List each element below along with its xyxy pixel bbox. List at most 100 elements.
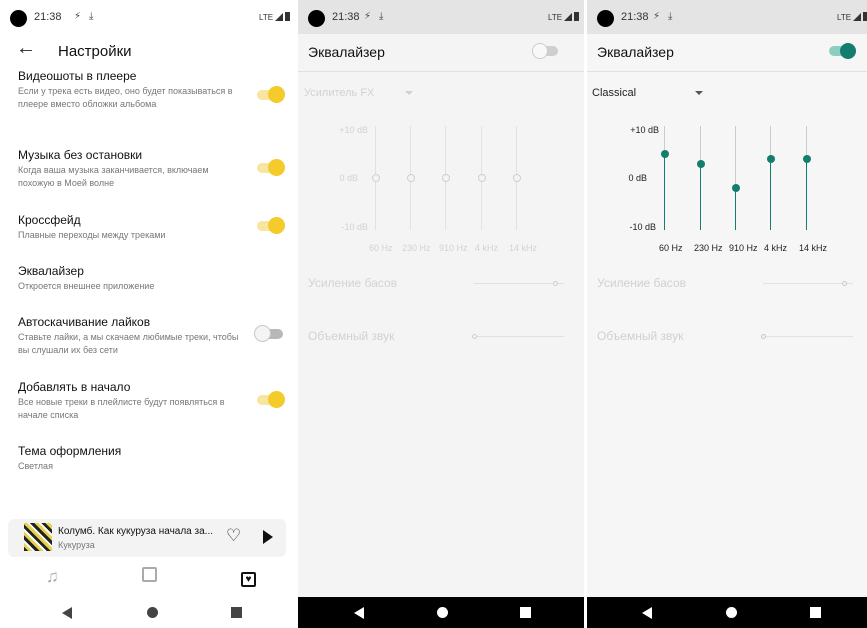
setting-auto-download-likes[interactable]: Автоскачивание лайков Ставьте лайки, а м…	[18, 315, 283, 357]
setting-crossfade[interactable]: Кроссфейд Плавные переходы между треками	[18, 213, 285, 242]
equalizer-enable-switch[interactable]	[829, 43, 856, 59]
nav-recents-icon[interactable]	[810, 607, 821, 618]
cast-icon: ⚡	[74, 11, 82, 22]
surround-handle[interactable]	[761, 334, 766, 339]
bass-boost-handle[interactable]	[553, 281, 558, 286]
mini-player[interactable]: Колумб. Как кукуруза начала за... Кукуру…	[8, 519, 286, 557]
camera-cutout	[10, 10, 27, 27]
equalizer-title: Эквалайзер	[597, 44, 674, 60]
band-handle-60hz[interactable]	[371, 174, 380, 182]
system-nav-bar	[587, 597, 867, 628]
status-right: LTE	[548, 12, 580, 22]
equalizer-enable-switch[interactable]	[532, 43, 558, 59]
track-artist: Кукуруза	[58, 540, 95, 550]
play-icon[interactable]	[263, 530, 273, 544]
nav-home-icon[interactable]	[726, 607, 737, 618]
battery-icon	[285, 12, 291, 21]
status-right: LTE	[259, 12, 291, 22]
preset-dropdown[interactable]: Усилитель FX	[304, 87, 374, 99]
cast-icon: ⚡	[653, 11, 661, 22]
bass-boost-label: Усиление басов	[308, 276, 397, 290]
band-handle-910hz[interactable]	[441, 174, 450, 182]
surround-slider[interactable]	[763, 336, 853, 337]
add-to-start-toggle[interactable]	[257, 391, 285, 408]
cast-icon: ⚡	[364, 11, 372, 22]
band-handle-14khz[interactable]	[512, 174, 521, 182]
back-arrow-icon[interactable]: ←	[16, 37, 36, 60]
band-label-60hz: 60 Hz	[659, 243, 683, 253]
setting-subtitle: Все новые треки в плейлисте будут появля…	[18, 397, 225, 420]
signal-icon	[564, 13, 573, 21]
setting-subtitle: Если у трека есть видео, оно будет показ…	[18, 86, 233, 109]
surround-slider[interactable]	[474, 336, 564, 337]
band-slider-60hz[interactable]	[664, 126, 665, 230]
setting-title: Видеошоты в плеере	[18, 69, 137, 83]
bass-boost-slider[interactable]	[474, 283, 564, 284]
toggle-knob	[268, 217, 285, 234]
setting-title: Кроссфейд	[18, 213, 81, 227]
nav-recents-icon[interactable]	[520, 607, 531, 618]
band-handle-910hz[interactable]	[731, 183, 740, 192]
nonstop-music-toggle[interactable]	[257, 159, 285, 176]
nav-back-icon[interactable]	[642, 607, 652, 619]
band-handle-230hz[interactable]	[406, 174, 415, 182]
track-title: Колумб. Как кукуруза начала за...	[58, 526, 214, 537]
setting-title: Музыка без остановки	[18, 148, 143, 162]
surround-label: Объемный звук	[597, 329, 684, 343]
music-note-icon[interactable]: ♫	[46, 567, 59, 587]
band-label-910hz: 910 Hz	[439, 243, 468, 253]
setting-subtitle: Откроется внешнее приложение	[18, 281, 155, 291]
db-label-zero: 0 dB	[339, 173, 358, 183]
download-icon: ⤓	[89, 11, 94, 22]
setting-equalizer[interactable]: Эквалайзер Откроется внешнее приложение	[18, 264, 283, 293]
track-cover-image	[24, 523, 52, 551]
band-slider-230hz[interactable]	[700, 126, 701, 230]
band-handle-60hz[interactable]	[660, 150, 669, 158]
bass-boost-handle[interactable]	[842, 281, 847, 286]
band-slider-14khz[interactable]	[806, 126, 807, 230]
setting-add-to-start[interactable]: Добавлять в начало Все новые треки в пле…	[18, 380, 285, 422]
setting-subtitle: Ставьте лайки, а мы скачаем любимые трек…	[18, 332, 239, 355]
nav-home-icon[interactable]	[147, 607, 158, 618]
nav-home-icon[interactable]	[437, 607, 448, 618]
band-slider-910hz[interactable]	[735, 126, 736, 230]
band-handle-4khz[interactable]	[766, 154, 775, 163]
setting-video-shots[interactable]: Видеошоты в плеере Если у трека есть вид…	[18, 69, 285, 111]
heart-icon[interactable]: ♡	[226, 526, 241, 546]
toggle-knob	[268, 159, 285, 176]
band-label-14khz: 14 kHz	[799, 243, 828, 253]
setting-title: Добавлять в начало	[18, 380, 131, 394]
band-slider-4khz[interactable]	[770, 126, 771, 230]
settings-app-bar: ← Настройки	[0, 34, 296, 68]
equalizer-screen-on: 21:38 ⚡ ⤓ LTE Эквалайзер Classical +10 d…	[587, 0, 867, 628]
toggle-knob	[268, 391, 285, 408]
settings-screen: 21:38 ⚡ ⤓ LTE ← Настройки Видеошоты в пл…	[0, 0, 296, 628]
setting-subtitle: Когда ваша музыка заканчивается, включае…	[18, 165, 209, 188]
band-label-230hz: 230 Hz	[402, 243, 431, 253]
db-label-min: -10 dB	[341, 222, 368, 232]
surround-label: Объемный звук	[308, 329, 395, 343]
status-time: 21:38	[332, 11, 360, 23]
auto-download-toggle[interactable]	[254, 325, 283, 342]
nav-back-icon[interactable]	[354, 607, 364, 619]
setting-nonstop-music[interactable]: Музыка без остановки Когда ваша музыка з…	[18, 148, 285, 190]
collection-heart-icon[interactable]: ♥	[241, 567, 256, 587]
nav-back-icon[interactable]	[62, 607, 72, 619]
video-shots-toggle[interactable]	[257, 86, 285, 103]
band-handle-4khz[interactable]	[477, 174, 486, 182]
band-handle-14khz[interactable]	[802, 154, 811, 163]
setting-subtitle: Плавные переходы между треками	[18, 230, 166, 240]
surround-handle[interactable]	[472, 334, 477, 339]
bass-boost-slider[interactable]	[763, 283, 853, 284]
setting-theme[interactable]: Тема оформления Светлая	[18, 444, 283, 473]
band-label-60hz: 60 Hz	[369, 243, 393, 253]
preset-dropdown[interactable]: Classical	[592, 87, 636, 99]
podcasts-book-icon[interactable]	[142, 567, 157, 587]
db-label-zero: 0 dB	[628, 173, 647, 183]
network-label: LTE	[837, 13, 852, 22]
band-label-4khz: 4 kHz	[475, 243, 499, 253]
crossfade-toggle[interactable]	[257, 217, 285, 234]
nav-recents-icon[interactable]	[231, 607, 242, 618]
db-label-max: +10 dB	[630, 125, 659, 135]
band-handle-230hz[interactable]	[696, 159, 705, 168]
